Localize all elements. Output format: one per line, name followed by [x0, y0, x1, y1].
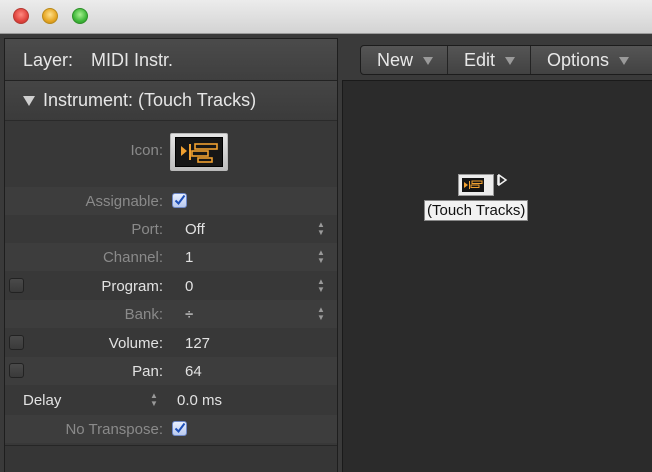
disclosure-triangle-icon[interactable] [23, 96, 35, 106]
touch-tracks-icon [175, 137, 223, 167]
touch-tracks-object[interactable] [458, 174, 494, 196]
new-menu-label: New [377, 49, 414, 70]
inspector-panel: Layer: MIDI Instr. Instrument: (Touch Tr… [4, 38, 338, 472]
layer-label: Layer: [23, 50, 74, 70]
edit-menu-label: Edit [464, 49, 496, 70]
channel-stepper-icon[interactable]: ▲ ▼ [316, 249, 326, 265]
pan-label: Pan: [132, 363, 163, 380]
options-menu-button[interactable]: Options [531, 46, 652, 74]
port-value[interactable]: Off [185, 221, 205, 238]
instrument-section-title: Instrument: (Touch Tracks) [43, 90, 257, 110]
title-bar [0, 0, 652, 34]
pan-value[interactable]: 64 [185, 363, 202, 380]
volume-row[interactable]: Volume: 127 [5, 329, 337, 357]
layer-value[interactable]: MIDI Instr. [91, 50, 173, 71]
port-stepper-icon[interactable]: ▲ ▼ [316, 221, 326, 237]
bank-value[interactable]: ÷ [185, 306, 193, 323]
program-value[interactable]: 0 [185, 278, 193, 295]
assignable-row: Assignable: [5, 187, 337, 215]
pan-checkbox[interactable] [9, 363, 24, 378]
delay-value[interactable]: 0.0 ms [177, 392, 222, 409]
program-stepper-icon[interactable]: ▲ ▼ [316, 278, 326, 294]
bank-label: Bank: [124, 306, 163, 323]
volume-label: Volume: [108, 335, 163, 352]
icon-label: Icon: [130, 142, 163, 159]
program-checkbox[interactable] [9, 278, 24, 293]
new-menu-button[interactable]: New [361, 46, 448, 74]
channel-value[interactable]: 1 [185, 249, 193, 266]
volume-value[interactable]: 127 [185, 335, 210, 352]
layer-row[interactable]: Layer: MIDI Instr. [5, 39, 337, 81]
edit-menu-button[interactable]: Edit [448, 46, 531, 74]
options-chevron-down-icon [619, 57, 630, 65]
environment-canvas[interactable]: (Touch Tracks) [342, 80, 652, 472]
new-chevron-down-icon [423, 57, 434, 65]
assignable-checkbox[interactable] [172, 193, 187, 208]
volume-checkbox[interactable] [9, 335, 24, 350]
edit-chevron-down-icon [505, 57, 516, 65]
channel-label: Channel: [102, 249, 163, 266]
channel-row[interactable]: Channel: 1 ▲ ▼ [5, 243, 337, 271]
delay-row[interactable]: Delay ▲ ▼ 0.0 ms [5, 386, 337, 414]
instrument-section-header[interactable]: Instrument: (Touch Tracks) [5, 81, 337, 121]
environment-toolbar: New Edit Options [342, 38, 652, 80]
program-label: Program: [101, 278, 163, 295]
delay-label[interactable]: Delay [23, 392, 61, 409]
close-window-button[interactable] [13, 8, 29, 24]
options-menu-label: Options [547, 49, 610, 70]
bank-stepper-icon[interactable]: ▲ ▼ [316, 306, 326, 322]
pan-row[interactable]: Pan: 64 [5, 357, 337, 385]
touch-tracks-object-label[interactable]: (Touch Tracks) [424, 200, 529, 221]
assignable-label: Assignable: [85, 193, 163, 210]
toolbar-menu-group: New Edit Options [360, 45, 652, 75]
zoom-window-button[interactable] [72, 8, 88, 24]
program-row[interactable]: Program: 0 ▲ ▼ [5, 272, 337, 300]
port-label: Port: [131, 221, 163, 238]
delay-stepper-icon[interactable]: ▲ ▼ [149, 392, 159, 408]
minimize-window-button[interactable] [42, 8, 58, 24]
no-transpose-row: No Transpose: [5, 415, 337, 443]
icon-row: Icon: [5, 129, 337, 175]
port-row[interactable]: Port: Off ▲ ▼ [5, 215, 337, 243]
instrument-icon-button[interactable] [170, 133, 228, 171]
no-transpose-checkbox[interactable] [172, 421, 187, 436]
bank-row[interactable]: Bank: ÷ ▲ ▼ [5, 300, 337, 328]
no-transpose-label: No Transpose: [65, 421, 163, 438]
output-port-icon[interactable] [496, 174, 508, 186]
inspector-bottom-strip [5, 445, 337, 472]
touch-tracks-object-icon [462, 178, 484, 192]
environment-window: Layer: MIDI Instr. Instrument: (Touch Tr… [0, 0, 652, 472]
